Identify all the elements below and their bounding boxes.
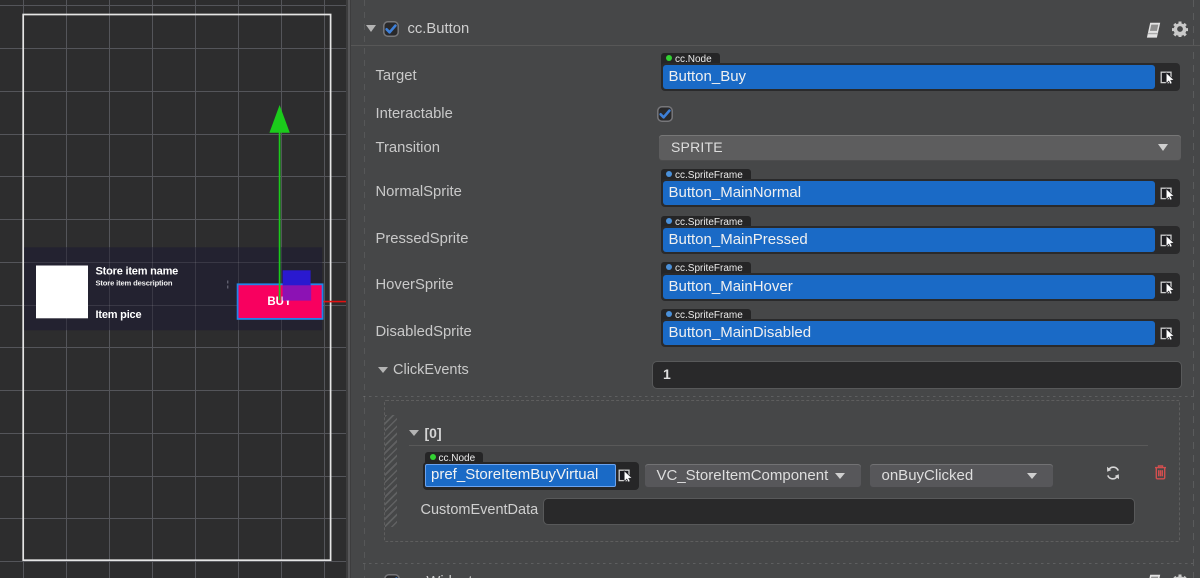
svg-text:Store item description: Store item description <box>96 278 173 287</box>
svg-text:Store item name: Store item name <box>96 266 179 278</box>
svg-text:Item pice: Item pice <box>96 309 142 321</box>
